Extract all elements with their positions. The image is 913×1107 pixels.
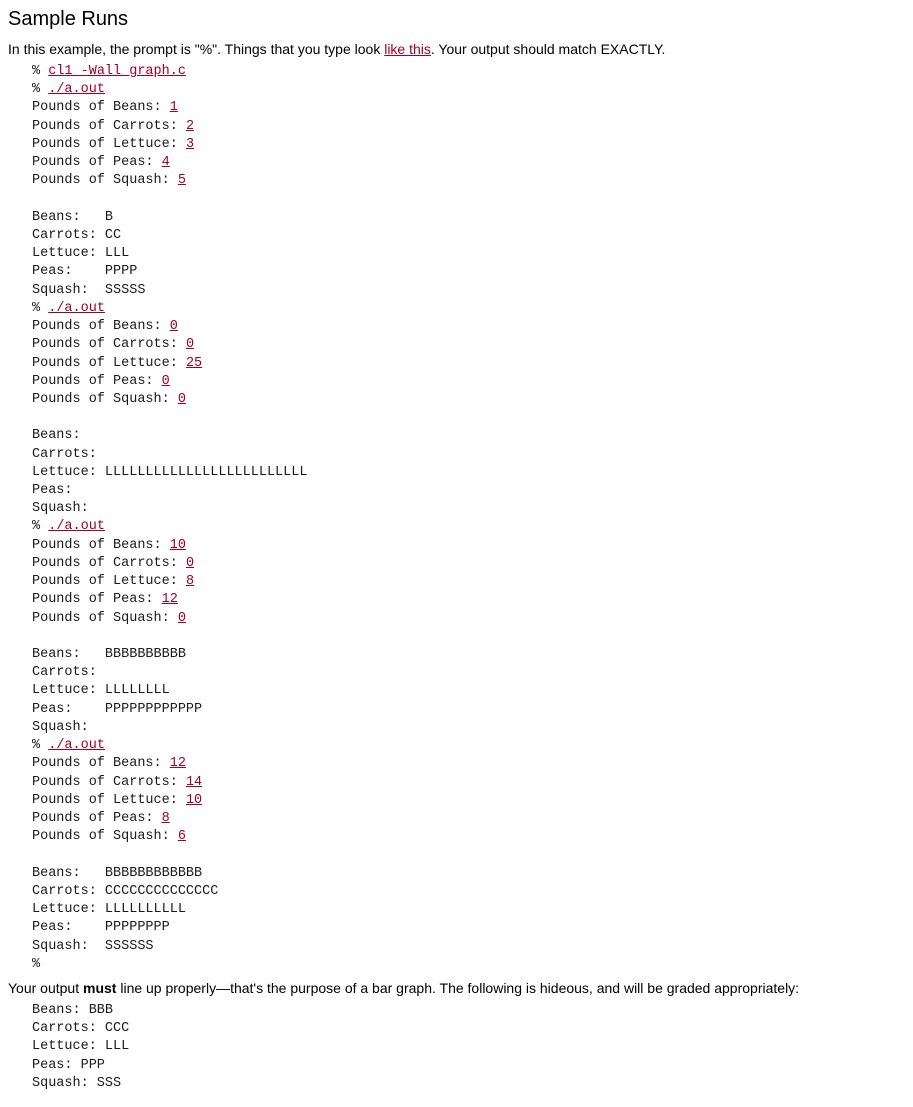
input-carrots: 0 xyxy=(186,556,194,571)
run-command: ./a.out xyxy=(48,519,105,534)
shell-prompt: % xyxy=(32,64,40,79)
intro-paragraph: In this example, the prompt is "%". Thin… xyxy=(8,41,913,57)
bar-squash: Squash: xyxy=(32,720,105,735)
footer-paragraph: Your output must line up properly—that's… xyxy=(8,980,913,996)
bar-lettuce: Lettuce: LLL xyxy=(32,246,129,261)
prompt-peas: Pounds of Peas: xyxy=(32,374,162,389)
run-command: ./a.out xyxy=(48,301,105,316)
input-lettuce: 8 xyxy=(186,574,194,589)
footer-bold: must xyxy=(83,980,116,996)
prompt-lettuce: Pounds of Lettuce: xyxy=(32,356,186,371)
footer-post: line up properly—that's the purpose of a… xyxy=(116,980,799,996)
input-peas: 0 xyxy=(162,374,170,389)
bad-carrots: Carrots: CCC xyxy=(32,1021,129,1036)
bad-squash: Squash: SSS xyxy=(32,1076,121,1091)
bar-peas: Peas: PPPP xyxy=(32,264,137,279)
prompt-beans: Pounds of Beans: xyxy=(32,538,170,553)
input-peas: 8 xyxy=(162,811,170,826)
prompt-beans: Pounds of Beans: xyxy=(32,319,170,334)
bad-peas: Peas: PPP xyxy=(32,1058,105,1073)
page-title: Sample Runs xyxy=(8,8,913,31)
shell-prompt: % xyxy=(32,82,40,97)
bar-lettuce: Lettuce: LLLLLLLLLLLLLLLLLLLLLLLLL xyxy=(32,465,307,480)
prompt-peas: Pounds of Peas: xyxy=(32,811,162,826)
intro-text-post: . Your output should match EXACTLY. xyxy=(431,41,666,57)
input-squash: 6 xyxy=(178,829,186,844)
run-command: ./a.out xyxy=(48,738,105,753)
prompt-peas: Pounds of Peas: xyxy=(32,592,162,607)
input-squash: 0 xyxy=(178,392,186,407)
input-beans: 12 xyxy=(170,756,186,771)
bar-peas: Peas: xyxy=(32,483,105,498)
prompt-carrots: Pounds of Carrots: xyxy=(32,556,186,571)
bar-lettuce: Lettuce: LLLLLLLL xyxy=(32,683,170,698)
compile-command: cl1 -Wall graph.c xyxy=(48,64,186,79)
bar-squash: Squash: SSSSS xyxy=(32,283,145,298)
input-squash: 5 xyxy=(178,173,186,188)
prompt-carrots: Pounds of Carrots: xyxy=(32,775,186,790)
prompt-lettuce: Pounds of Lettuce: xyxy=(32,574,186,589)
bar-peas: Peas: PPPPPPPPPPPP xyxy=(32,702,202,717)
shell-prompt: % xyxy=(32,957,40,972)
bar-peas: Peas: PPPPPPPP xyxy=(32,920,170,935)
input-peas: 4 xyxy=(162,155,170,170)
bar-carrots: Carrots: xyxy=(32,447,105,462)
prompt-peas: Pounds of Peas: xyxy=(32,155,162,170)
prompt-lettuce: Pounds of Lettuce: xyxy=(32,793,186,808)
input-carrots: 0 xyxy=(186,337,194,352)
bar-carrots: Carrots: CC xyxy=(32,228,121,243)
prompt-squash: Pounds of Squash: xyxy=(32,173,178,188)
sample-run-block: % cl1 -Wall graph.c % ./a.out Pounds of … xyxy=(32,63,913,974)
footer-pre: Your output xyxy=(8,980,83,996)
bar-squash: Squash: SSSSSS xyxy=(32,939,154,954)
prompt-beans: Pounds of Beans: xyxy=(32,100,170,115)
bar-lettuce: Lettuce: LLLLLLLLLL xyxy=(32,902,186,917)
bar-beans: Beans: BBBBBBBBBBBB xyxy=(32,866,202,881)
bar-beans: Beans: B xyxy=(32,210,113,225)
bar-squash: Squash: xyxy=(32,501,105,516)
prompt-squash: Pounds of Squash: xyxy=(32,392,178,407)
input-carrots: 14 xyxy=(186,775,202,790)
bad-lettuce: Lettuce: LLL xyxy=(32,1039,129,1054)
input-lettuce: 10 xyxy=(186,793,202,808)
run-command: ./a.out xyxy=(48,82,105,97)
bad-example-block: Beans: BBB Carrots: CCC Lettuce: LLL Pea… xyxy=(32,1002,913,1093)
prompt-beans: Pounds of Beans: xyxy=(32,756,170,771)
input-carrots: 2 xyxy=(186,119,194,134)
bar-beans: Beans: BBBBBBBBBB xyxy=(32,647,186,662)
input-beans: 0 xyxy=(170,319,178,334)
prompt-squash: Pounds of Squash: xyxy=(32,611,178,626)
bar-carrots: Carrots: CCCCCCCCCCCCCC xyxy=(32,884,218,899)
input-peas: 12 xyxy=(162,592,178,607)
input-squash: 0 xyxy=(178,611,186,626)
input-lettuce: 3 xyxy=(186,137,194,152)
input-beans: 1 xyxy=(170,100,178,115)
example-typed-link[interactable]: like this xyxy=(384,41,431,57)
shell-prompt: % xyxy=(32,738,40,753)
bar-beans: Beans: xyxy=(32,428,105,443)
shell-prompt: % xyxy=(32,519,40,534)
bar-carrots: Carrots: xyxy=(32,665,105,680)
prompt-carrots: Pounds of Carrots: xyxy=(32,119,186,134)
prompt-lettuce: Pounds of Lettuce: xyxy=(32,137,186,152)
prompt-squash: Pounds of Squash: xyxy=(32,829,178,844)
input-beans: 10 xyxy=(170,538,186,553)
bad-beans: Beans: BBB xyxy=(32,1003,113,1018)
intro-text-pre: In this example, the prompt is "%". Thin… xyxy=(8,41,384,57)
shell-prompt: % xyxy=(32,301,40,316)
prompt-carrots: Pounds of Carrots: xyxy=(32,337,186,352)
input-lettuce: 25 xyxy=(186,356,202,371)
